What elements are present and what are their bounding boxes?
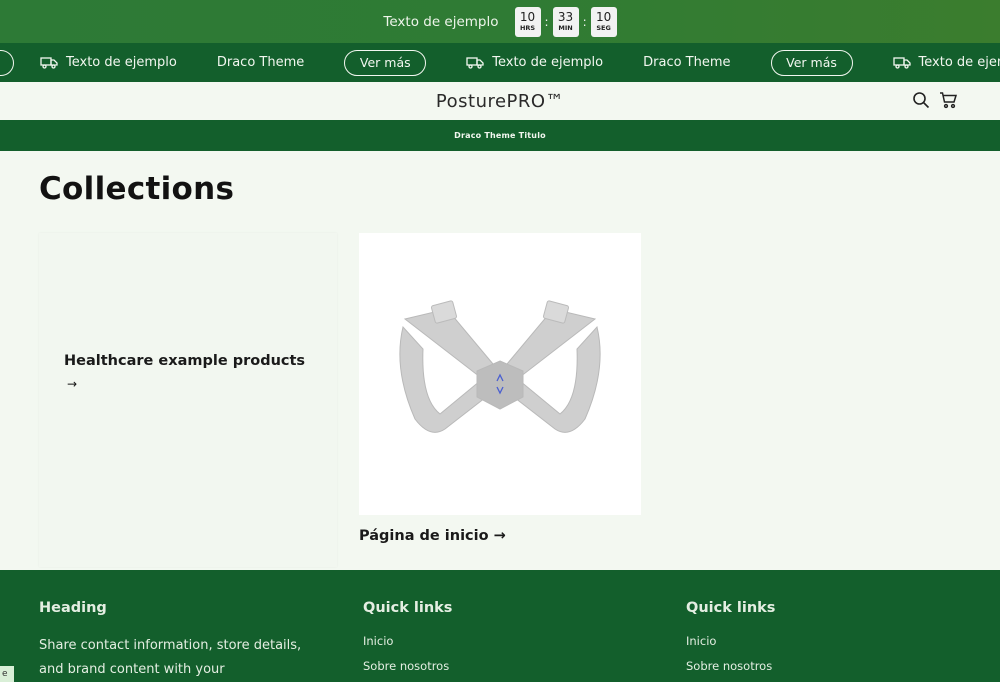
countdown-promo-text: Texto de ejemplo [383, 13, 499, 30]
countdown-separator: : [582, 14, 587, 29]
footer-heading: Quick links [363, 600, 453, 616]
posture-corrector-image[interactable] [359, 233, 641, 515]
page-title: Collections [39, 171, 235, 207]
footer-link-inicio[interactable]: Inicio [686, 634, 775, 648]
marquee-track: Texto de ejemplo Draco Theme Ver más Tex… [0, 43, 1000, 82]
footer-column-info: Heading Share contact information, store… [39, 600, 309, 682]
collection-card-label[interactable]: Página de inicio → [359, 528, 506, 544]
ver-mas-button[interactable]: Ver más [344, 49, 427, 76]
corner-tab[interactable]: e [0, 666, 14, 682]
marquee-item: Texto de ejemplo [892, 55, 1000, 70]
arrow-right-icon: → [493, 528, 506, 544]
collection-grid: Healthcare example products → Página de … [39, 233, 657, 567]
footer-heading: Heading [39, 600, 107, 616]
footer-heading: Quick links [686, 600, 776, 616]
footer-info-text: Share contact information, store details… [39, 638, 302, 677]
main-content: Collections Healthcare example products … [0, 151, 1000, 569]
marquee-brand: Draco Theme [216, 55, 305, 70]
footer-link-sobre-nosotros[interactable]: Sobre nosotros [363, 659, 452, 673]
footer-column-links-1: Quick links Inicio Sobre nosotros [363, 600, 452, 682]
collection-card-label[interactable]: Healthcare example products [64, 353, 305, 369]
countdown-separator: : [544, 14, 549, 29]
arrow-right-icon: → [67, 377, 78, 391]
marquee-item: Texto de ejemplo [466, 55, 603, 70]
footer-column-links-2: Quick links Inicio Sobre nosotros [686, 600, 775, 682]
announcement-text: Draco Theme Titulo [454, 131, 546, 140]
collection-card-healthcare[interactable]: Healthcare example products → [39, 233, 337, 567]
countdown-seconds: 10 SEG [590, 6, 617, 37]
site-header: PosturePRO™ [0, 82, 1000, 120]
countdown-bar: Texto de ejemplo 10 HRS : 33 MIN : 10 SE… [0, 0, 1000, 43]
marquee-button-partial[interactable] [0, 49, 14, 76]
countdown-minutes: 33 MIN [552, 6, 579, 37]
truck-icon [466, 56, 484, 69]
marquee-bar: Texto de ejemplo Draco Theme Ver más Tex… [0, 43, 1000, 82]
ver-mas-button[interactable]: Ver más [770, 49, 853, 76]
collection-card-inicio[interactable]: Página de inicio → [359, 233, 657, 567]
marquee-item: Texto de ejemplo [40, 55, 177, 70]
search-icon[interactable] [912, 91, 930, 109]
cart-icon[interactable] [939, 91, 958, 109]
announcement-bar: Draco Theme Titulo [0, 120, 1000, 151]
countdown-hours: 10 HRS [514, 6, 541, 37]
site-logo[interactable]: PosturePRO™ [436, 91, 564, 112]
posture-corrector-illustration [399, 300, 601, 433]
footer-link-inicio[interactable]: Inicio [363, 634, 452, 648]
marquee-brand: Draco Theme [643, 55, 731, 70]
truck-icon [40, 56, 58, 69]
footer-link-sobre-nosotros[interactable]: Sobre nosotros [686, 659, 775, 673]
site-footer: Heading Share contact information, store… [0, 570, 1000, 682]
header-icons [912, 91, 958, 109]
truck-icon [892, 56, 911, 69]
